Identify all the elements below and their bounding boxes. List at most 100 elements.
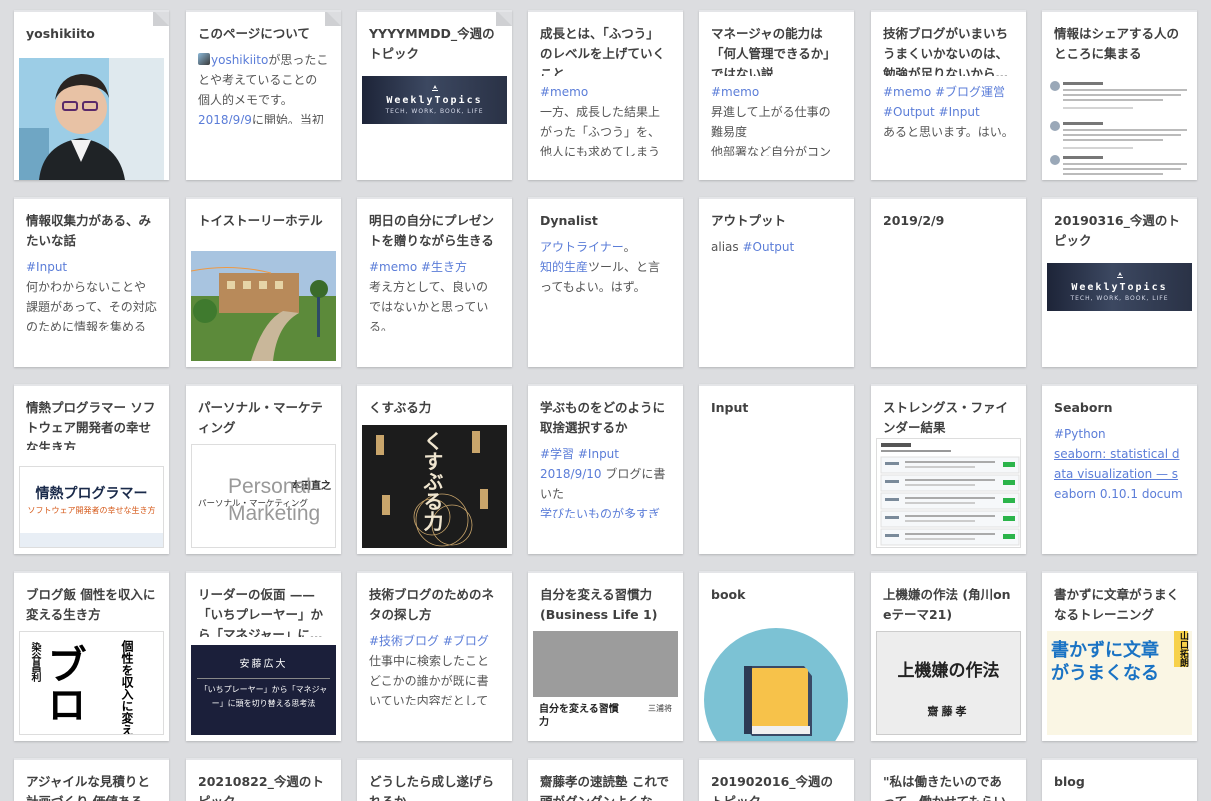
page-card[interactable]: くすぶる力 くすぶる力 xyxy=(357,384,512,554)
description-line: alias #Output xyxy=(711,237,842,257)
strengths-screenshot xyxy=(876,438,1021,548)
description-line: 何かわからないことや課題があって、その対応のために情報を集めるということをよくや xyxy=(26,277,157,331)
card-description: #Python seaborn: statistical data visuali… xyxy=(1042,418,1197,498)
card-title: 明日の自分にプレゼントを贈りながら生きる xyxy=(369,213,495,248)
book-cover-author: 山口拓朗 xyxy=(1174,631,1188,667)
book-icon xyxy=(704,618,849,741)
page-card[interactable]: 学ぶものをどのように取捨選択するか #学習 #Input 2018/9/10 ブログ… xyxy=(528,384,683,554)
description-text: 一方、成長した結果上がった「ふつう」を、他人にも求めてしまう xyxy=(540,105,661,156)
description-text: 考え方として、良いのではないかと思っている。 xyxy=(369,280,489,331)
page-card[interactable]: YYYYMMDD_今週のトピック WeeklyTopics TECH, WORK, … xyxy=(357,10,512,180)
page-card[interactable]: 成長とは、「ふつう」のレベルを上げていくこと #memo 一方、成長した結果上がった… xyxy=(528,10,683,180)
page-card[interactable]: Seaborn #Python seaborn: statistical data … xyxy=(1042,384,1197,554)
inline-link[interactable]: #技術ブログ #ブログ xyxy=(369,634,489,648)
book-cover-title: 上機嫌の作法 xyxy=(897,661,1000,681)
user-avatar-icon xyxy=(198,53,210,65)
card-description: #memo #生き方考え方として、良いのではないかと思っている。たとえば洗い物を… xyxy=(357,251,512,331)
page-card[interactable]: 情報収集力がある、みたいな話 #Input 何かわからないことや課題があって、その対… xyxy=(14,197,169,367)
card-thumbnail: 山口拓朗 書かずに文章がうまくなる xyxy=(1047,631,1192,735)
inline-link[interactable]: 知的生産 xyxy=(540,260,588,274)
page-card[interactable]: アジャイルな見積りと計画づくり 価値ある xyxy=(14,758,169,801)
card-title: 情熱プログラマー ソフトウェア開発者の幸せな生き方 xyxy=(26,400,156,450)
card-title: トイストーリーホテル xyxy=(198,213,323,228)
inline-link[interactable]: yoshikiito xyxy=(211,53,268,67)
inline-link[interactable]: アウトライナー xyxy=(540,240,624,254)
page-card[interactable]: 2019/2/9 xyxy=(871,197,1026,367)
inline-link[interactable]: 学びたいものが多すぎるので取捨選択する方 xyxy=(540,507,660,518)
book-cover-title: 情熱プログラマー xyxy=(35,486,148,502)
page-card[interactable]: 201902016_今週のトピック xyxy=(699,758,854,801)
card-thumbnail: くすぶる力 xyxy=(362,425,507,548)
page-card[interactable]: 情報はシェアする人のところに集まる xyxy=(1042,10,1197,180)
page-card[interactable]: 20190316_今週のトピック WeeklyTopics TECH, WORK, … xyxy=(1042,197,1197,367)
page-card[interactable]: Dynalist アウトライナー。 知的生産ツール、と言ってもよい。はず。 xyxy=(528,197,683,367)
page-card[interactable]: yoshikiito xyxy=(14,10,169,180)
description-line: 他部署など自分がコン xyxy=(711,142,842,156)
card-description: #memo #ブログ運営 #Output #Input あると思います。はい。 xyxy=(871,76,1026,142)
book-cover-subtitle: 個性を収入に変え xyxy=(120,640,134,735)
card-title: 201902016_今週のトピック xyxy=(711,774,834,801)
page-card[interactable]: 書かずに文章がうまくなるトレーニング山口拓朗 書かずに文章がうまくなる xyxy=(1042,571,1197,741)
page-card[interactable]: Input xyxy=(699,384,854,554)
description-text: 仕事中に検索したことどこかの誰かが既に書いていた内容だとしても。 xyxy=(369,654,490,705)
book-cover-author: 染谷昌利 xyxy=(29,642,40,682)
card-description: alias #Output xyxy=(699,231,854,257)
page-card[interactable]: 技術ブログがいまいちうまくいかないのは、勉強が足りないから… #memo #ブログ… xyxy=(871,10,1026,180)
inline-link[interactable]: #Input xyxy=(26,260,67,274)
page-card[interactable]: blog xyxy=(1042,758,1197,801)
page-card[interactable]: リーダーの仮面 ——「いちプレーヤー」から「マネジャー」に… 安藤広大 「いちプレー… xyxy=(186,571,341,741)
card-title: "私は働きたいのであって、働かせてもらい xyxy=(883,774,1006,801)
page-card[interactable]: book xyxy=(699,571,854,741)
card-title: 技術ブログのためのネタの探し方 xyxy=(369,587,495,622)
page-card[interactable]: 情熱プログラマー ソフトウェア開発者の幸せな生き方 情熱プログラマー ソフトウェア開… xyxy=(14,384,169,554)
card-title: このページについて xyxy=(198,26,310,41)
page-card[interactable]: 技術ブログのためのネタの探し方 #技術ブログ #ブログ仕事中に検索したことどこかの… xyxy=(357,571,512,741)
page-card[interactable]: トイストーリーホテル xyxy=(186,197,341,367)
description-line: 考え方として、良いのではないかと思っている。 xyxy=(369,277,500,331)
card-title: アウトプット xyxy=(711,213,787,228)
inline-link[interactable]: seaborn: statistical data visualization … xyxy=(1054,447,1183,498)
page-card[interactable]: マネージャの能力は「何人管理できるか」ではない説 #memo 昇進して上がる仕事の難… xyxy=(699,10,854,180)
book-cover-title: ブロ xyxy=(40,644,86,724)
page-card[interactable]: 上機嫌の作法 (角川oneテーマ21) 上機嫌の作法 齋藤孝 xyxy=(871,571,1026,741)
inline-link[interactable]: #Output xyxy=(742,240,794,254)
weeklytopics-banner: WeeklyTopics TECH, WORK, BOOK, LIFE xyxy=(362,76,507,124)
card-thumbnail: 上機嫌の作法 齋藤孝 xyxy=(876,631,1021,735)
page-card[interactable]: パーソナル・マーケティング 本田直之 Personal Marketing パーソナル… xyxy=(186,384,341,554)
page-card[interactable]: ブログ飯 個性を収入に変える生き方染谷昌利 ブロ 個性を収入に変え xyxy=(14,571,169,741)
page-card[interactable]: 齋藤孝の速読塾 これで頭がグングンよくな xyxy=(528,758,683,801)
inline-link[interactable]: 2018/9/10 xyxy=(540,467,602,481)
hotel-photo xyxy=(191,251,336,361)
book-cover-subtitle: パーソナル・マーケティング xyxy=(198,499,308,509)
page-card[interactable]: アウトプット alias #Output xyxy=(699,197,854,367)
page-card[interactable]: 明日の自分にプレゼントを贈りながら生きる #memo #生き方考え方として、良いの… xyxy=(357,197,512,367)
folded-corner-icon xyxy=(153,12,169,26)
page-card[interactable]: 20210822_今週のトピック xyxy=(186,758,341,801)
inline-link[interactable]: #memo xyxy=(540,85,588,99)
card-title: 書かずに文章がうまくなるトレーニング xyxy=(1054,587,1180,622)
inline-link[interactable]: 2018/9/9 xyxy=(198,113,252,124)
page-card[interactable]: どうしたら成し遂げられるか xyxy=(357,758,512,801)
page-card[interactable]: ストレングス・ファインダー結果 xyxy=(871,384,1026,554)
inline-link[interactable]: #memo #生き方 xyxy=(369,260,467,274)
page-card[interactable]: このページについて yoshikiitoが思ったことや考えていることの個人的メモで… xyxy=(186,10,341,180)
book-cover-band: 自分を変える習慣力 三浦将 xyxy=(533,697,678,735)
inline-link[interactable]: #Python xyxy=(1054,427,1106,441)
description-line: yoshikiitoが思ったことや考えていることの個人的メモです。 xyxy=(198,50,329,110)
description-text: 他部署など自分がコン xyxy=(711,145,832,156)
inline-link[interactable]: #学習 #Input xyxy=(540,447,619,461)
card-thumbnail: 自分を変える習慣力 三浦将 xyxy=(533,631,678,735)
card-thumbnail: 安藤広大 「いちプレーヤー」から「マネジャー」に頭を切り替える思考法 xyxy=(191,645,336,735)
inline-link[interactable]: #memo xyxy=(711,85,759,99)
book-cover-title: 自分を変える習慣力 xyxy=(539,704,619,728)
description-line: #Python xyxy=(1054,424,1185,444)
card-thumbnail: WeeklyTopics TECH, WORK, BOOK, LIFE xyxy=(362,76,507,124)
inline-link[interactable]: #memo #ブログ運営 #Output #Input xyxy=(883,85,1005,119)
page-card[interactable]: 自分を変える習慣力 (Business Life 1) 自分を変える習慣力 三浦将 xyxy=(528,571,683,741)
page-card[interactable]: "私は働きたいのであって、働かせてもらい xyxy=(871,758,1026,801)
description-line: #Input xyxy=(26,257,157,277)
description-text: 何かわからないことや課題があって、その対応のために情報を集めるということをよくや xyxy=(26,280,157,331)
card-title: book xyxy=(711,587,746,602)
description-text: 昇進して上がる仕事の難易度 xyxy=(711,105,831,139)
card-title: ブログ飯 個性を収入に変える生き方 xyxy=(26,587,156,622)
